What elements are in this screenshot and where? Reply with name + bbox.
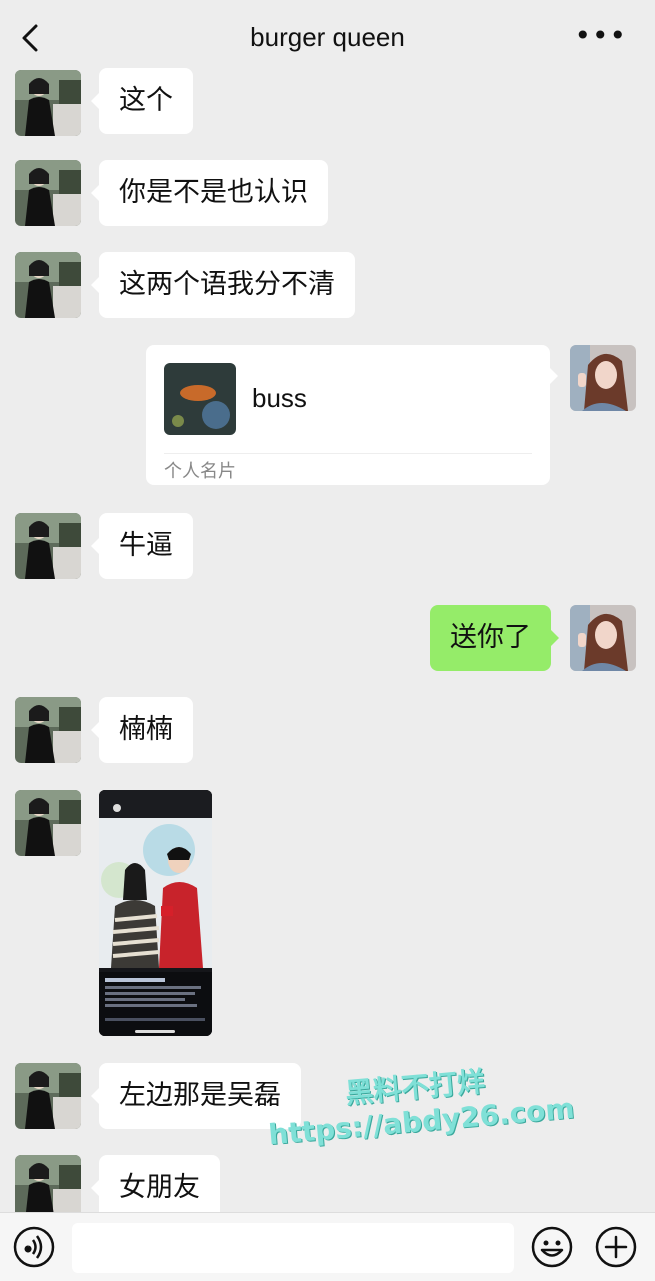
input-bar: [0, 1212, 655, 1281]
chat-header: burger queen •••: [0, 0, 655, 74]
contact-avatar[interactable]: [15, 70, 81, 136]
message-bubble-outgoing[interactable]: 送你了: [430, 605, 559, 671]
contact-avatar[interactable]: [15, 252, 81, 318]
contact-avatar[interactable]: [15, 513, 81, 579]
message-bubble[interactable]: 这个: [91, 68, 193, 134]
contact-avatar[interactable]: [15, 1063, 81, 1129]
message-bubble[interactable]: 牛逼: [91, 513, 193, 579]
contact-avatar[interactable]: [15, 160, 81, 226]
contact-card[interactable]: buss 个人名片: [146, 345, 558, 485]
emoji-icon[interactable]: [530, 1225, 574, 1273]
more-icon[interactable]: •••: [574, 22, 627, 50]
message-bubble[interactable]: 楠楠: [91, 697, 193, 763]
card-type-label: 个人名片: [164, 461, 236, 482]
message-bubble[interactable]: 你是不是也认识: [91, 160, 328, 226]
card-avatar: [164, 363, 236, 435]
self-avatar[interactable]: [570, 345, 636, 411]
image-message[interactable]: [99, 790, 212, 1036]
card-divider: [164, 453, 532, 454]
plus-icon[interactable]: [594, 1225, 638, 1273]
contact-avatar[interactable]: [15, 790, 81, 856]
voice-icon[interactable]: [12, 1225, 56, 1273]
message-bubble[interactable]: 这两个语我分不清: [91, 252, 355, 318]
card-name: buss: [252, 383, 307, 413]
self-avatar[interactable]: [570, 605, 636, 671]
chat-title: burger queen: [250, 22, 405, 52]
message-input[interactable]: [72, 1223, 514, 1273]
contact-avatar[interactable]: [15, 697, 81, 763]
